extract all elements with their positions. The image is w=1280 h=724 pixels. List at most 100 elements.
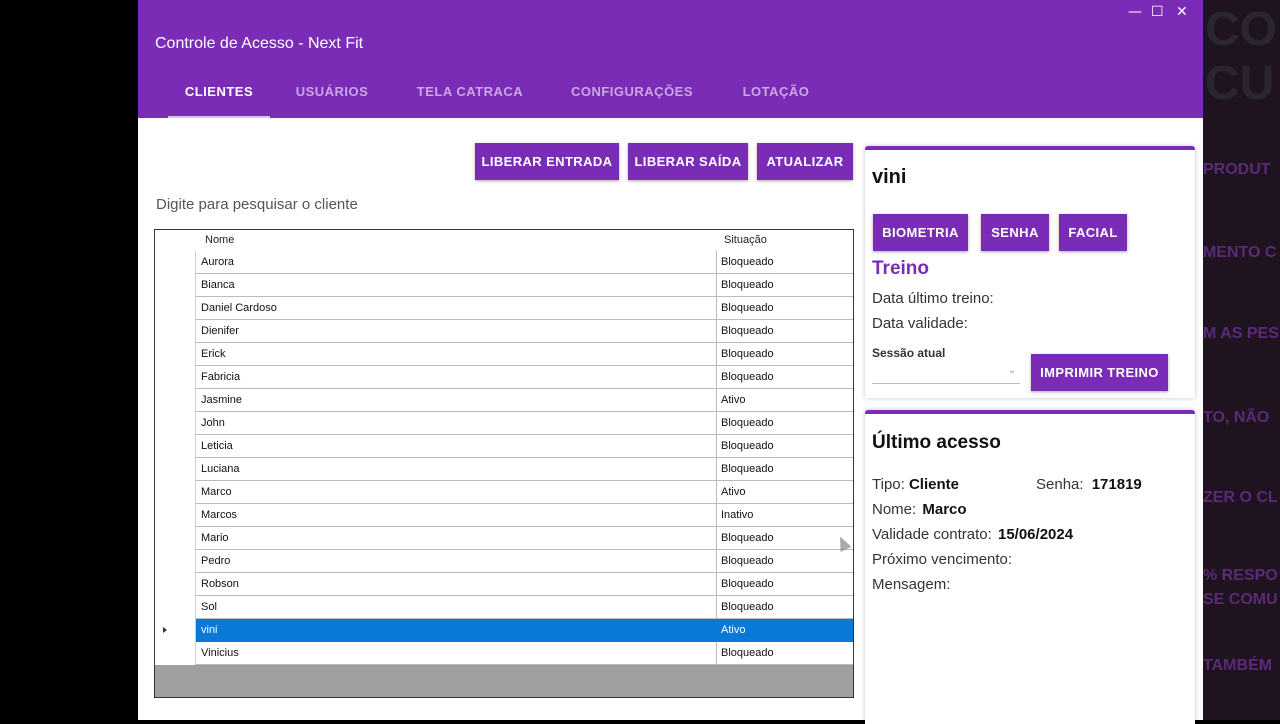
cell-name: Marco xyxy=(196,481,717,504)
cell-status: Bloqueado xyxy=(717,366,853,389)
table-row[interactable]: Fabricia Bloqueado xyxy=(155,366,853,389)
tab-tela-catraca[interactable]: TELA CATRACA xyxy=(410,78,530,118)
table-row[interactable]: Aurora Bloqueado xyxy=(155,251,853,274)
table-row[interactable]: Bianca Bloqueado xyxy=(155,274,853,297)
treino-title: Treino xyxy=(872,258,930,279)
table-row[interactable]: Pedro Bloqueado xyxy=(155,550,853,573)
imprimir-treino-button[interactable]: IMPRIMIR TREINO xyxy=(1031,354,1168,391)
cell-name: Mario xyxy=(196,527,717,550)
cell-name: Dienifer xyxy=(196,320,717,343)
table-row[interactable]: Jasmine Ativo xyxy=(155,389,853,412)
table-row[interactable]: Marco Ativo xyxy=(155,481,853,504)
tab-lotacao[interactable]: LOTAÇÃO xyxy=(734,78,818,118)
cell-status: Bloqueado xyxy=(717,343,853,366)
row-header[interactable] xyxy=(155,435,196,458)
tab-usuarios[interactable]: USUÁRIOS xyxy=(288,78,376,118)
last-access-title: Último acesso xyxy=(872,432,1001,453)
facial-button[interactable]: FACIAL xyxy=(1059,214,1127,251)
cell-name: Marcos xyxy=(196,504,717,527)
table-row[interactable]: Mario Bloqueado xyxy=(155,527,853,550)
background-slide: CO CU PRODUT MENTO C M AS PES TO, NÃO ZE… xyxy=(1203,0,1280,720)
background-text: ZER O CL xyxy=(1203,489,1278,506)
background-big-text: CO xyxy=(1205,3,1277,56)
tipo-label: Tipo: xyxy=(872,476,905,493)
table-row[interactable]: Erick Bloqueado xyxy=(155,343,853,366)
table-row-selected[interactable]: vini Ativo xyxy=(155,619,853,642)
cell-status: Ativo xyxy=(717,619,853,642)
table-row[interactable]: Robson Bloqueado xyxy=(155,573,853,596)
table-row[interactable]: Marcos Inativo xyxy=(155,504,853,527)
row-header[interactable] xyxy=(155,527,196,550)
tab-clientes[interactable]: CLIENTES xyxy=(168,78,270,118)
maximize-icon[interactable]: ☐ xyxy=(1151,4,1164,20)
table-row[interactable]: Luciana Bloqueado xyxy=(155,458,853,481)
column-header-situacao[interactable]: Situação xyxy=(724,234,767,246)
senha-field: Senha: 171819 xyxy=(1036,476,1142,493)
grid-header: Nome Situação xyxy=(155,230,853,252)
row-header[interactable] xyxy=(155,412,196,435)
row-header[interactable] xyxy=(155,619,196,642)
cell-name: Bianca xyxy=(196,274,717,297)
cell-status: Bloqueado xyxy=(717,527,853,550)
biometria-button[interactable]: BIOMETRIA xyxy=(873,214,968,251)
liberar-entrada-button[interactable]: LIBERAR ENTRADA xyxy=(475,143,619,180)
liberar-saida-button[interactable]: LIBERAR SAÍDA xyxy=(628,143,748,180)
data-validade-label: Data validade: xyxy=(872,315,968,332)
current-row-arrow-icon xyxy=(163,627,167,633)
tipo-field: Tipo: Cliente xyxy=(872,476,959,493)
clients-grid[interactable]: Nome Situação Aurora Bloqueado Bianca Bloq… xyxy=(154,229,854,698)
row-header[interactable] xyxy=(155,550,196,573)
cell-name: vini xyxy=(196,619,717,642)
cell-status: Bloqueado xyxy=(717,297,853,320)
senha-button[interactable]: SENHA xyxy=(981,214,1049,251)
senha-value: 171819 xyxy=(1091,476,1142,493)
row-header[interactable] xyxy=(155,642,196,665)
sessao-atual-select[interactable]: ⌄ xyxy=(872,361,1020,384)
column-header-nome[interactable]: Nome xyxy=(205,234,234,246)
row-header[interactable] xyxy=(155,343,196,366)
cell-status: Bloqueado xyxy=(717,251,853,274)
table-row[interactable]: Dienifer Bloqueado xyxy=(155,320,853,343)
cell-name: Daniel Cardoso xyxy=(196,297,717,320)
cell-name: John xyxy=(196,412,717,435)
row-header[interactable] xyxy=(155,389,196,412)
row-header[interactable] xyxy=(155,481,196,504)
background-text: M AS PES xyxy=(1203,325,1279,342)
search-input[interactable]: Digite para pesquisar o cliente xyxy=(156,196,846,220)
table-row[interactable]: Daniel Cardoso Bloqueado xyxy=(155,297,853,320)
minimize-icon[interactable]: — xyxy=(1128,4,1142,20)
nome-field: Nome: Marco xyxy=(872,501,967,518)
cell-status: Bloqueado xyxy=(717,435,853,458)
row-header[interactable] xyxy=(155,504,196,527)
cell-name: Leticia xyxy=(196,435,717,458)
table-row[interactable]: Sol Bloqueado xyxy=(155,596,853,619)
cell-name: Robson xyxy=(196,573,717,596)
row-header[interactable] xyxy=(155,251,196,274)
row-header[interactable] xyxy=(155,297,196,320)
cell-status: Bloqueado xyxy=(717,573,853,596)
cell-status: Bloqueado xyxy=(717,642,853,665)
row-header[interactable] xyxy=(155,573,196,596)
cell-status: Bloqueado xyxy=(717,412,853,435)
client-panel: vini BIOMETRIA SENHA FACIAL Treino Data … xyxy=(865,146,1195,398)
background-text: TO, NÃO xyxy=(1203,409,1270,426)
mensagem-label: Mensagem: xyxy=(872,576,951,593)
table-row[interactable]: Vinicius Bloqueado xyxy=(155,642,853,665)
cell-name: Sol xyxy=(196,596,717,619)
cell-status: Inativo xyxy=(717,504,853,527)
row-header[interactable] xyxy=(155,596,196,619)
cell-name: Jasmine xyxy=(196,389,717,412)
cell-name: Fabricia xyxy=(196,366,717,389)
table-row[interactable]: John Bloqueado xyxy=(155,412,853,435)
table-row[interactable]: Leticia Bloqueado xyxy=(155,435,853,458)
row-header[interactable] xyxy=(155,366,196,389)
row-header[interactable] xyxy=(155,274,196,297)
close-icon[interactable]: ✕ xyxy=(1176,4,1188,20)
last-access-panel: Último acesso Tipo: Cliente Senha: 17181… xyxy=(865,410,1195,724)
cell-status: Bloqueado xyxy=(717,596,853,619)
cell-name: Vinicius xyxy=(196,642,717,665)
row-header[interactable] xyxy=(155,320,196,343)
tab-configuracoes[interactable]: CONFIGURAÇÕES xyxy=(566,78,698,118)
row-header[interactable] xyxy=(155,458,196,481)
atualizar-button[interactable]: ATUALIZAR xyxy=(757,143,853,180)
